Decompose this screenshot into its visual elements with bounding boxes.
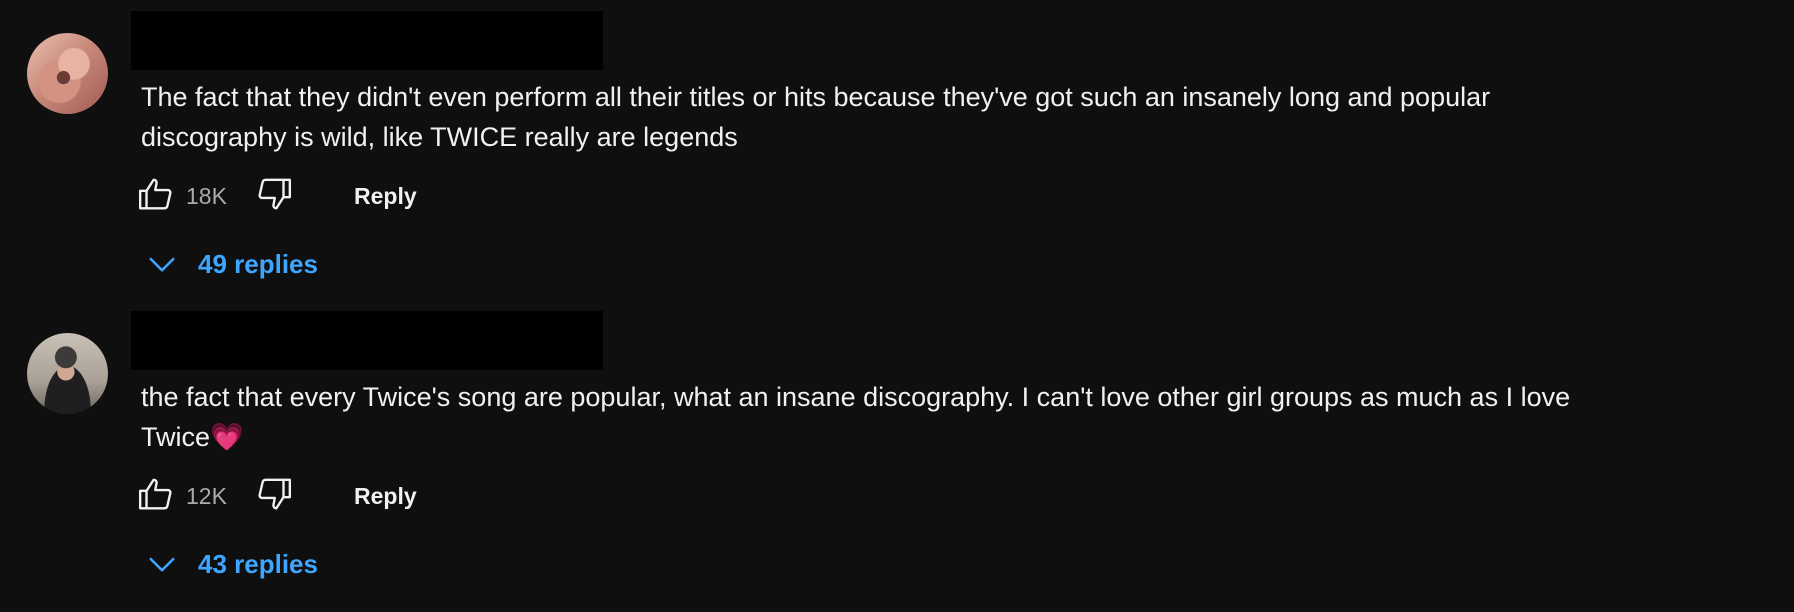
- author-name-redacted: [131, 11, 603, 70]
- comment-text: the fact that every Twice's song are pop…: [141, 377, 1641, 457]
- like-count: 18K: [186, 182, 227, 209]
- comment-text-body: the fact that every Twice's song are pop…: [141, 382, 1571, 452]
- user-avatar[interactable]: [27, 33, 108, 114]
- comments-section: The fact that they didn't even perform a…: [0, 0, 1794, 612]
- thumbs-up-icon: [137, 475, 175, 518]
- like-count: 12K: [186, 482, 227, 509]
- comment-text: The fact that they didn't even perform a…: [141, 82, 1491, 152]
- comment-actions: 18K Reply: [134, 174, 417, 218]
- reply-button[interactable]: Reply: [354, 183, 417, 210]
- like-button[interactable]: [134, 474, 178, 518]
- thumbs-down-icon: [255, 475, 293, 518]
- comment-thread: The fact that they didn't even perform a…: [0, 0, 1794, 300]
- dislike-button[interactable]: [252, 174, 296, 218]
- view-replies-button[interactable]: 43 replies: [146, 544, 318, 584]
- user-avatar[interactable]: [27, 333, 108, 414]
- like-button[interactable]: [134, 174, 178, 218]
- heart-emoji: 💗: [210, 422, 244, 452]
- reply-button[interactable]: Reply: [354, 483, 417, 510]
- view-replies-button[interactable]: 49 replies: [146, 244, 318, 284]
- chevron-down-icon: [146, 248, 178, 280]
- thumbs-down-icon: [255, 175, 293, 218]
- thumbs-up-icon: [137, 175, 175, 218]
- comment-thread: the fact that every Twice's song are pop…: [0, 300, 1794, 600]
- chevron-down-icon: [146, 548, 178, 580]
- replies-count-label: 43 replies: [198, 548, 318, 579]
- replies-count-label: 49 replies: [198, 248, 318, 279]
- comment-actions: 12K Reply: [134, 474, 417, 518]
- dislike-button[interactable]: [252, 474, 296, 518]
- author-name-redacted: [131, 311, 603, 370]
